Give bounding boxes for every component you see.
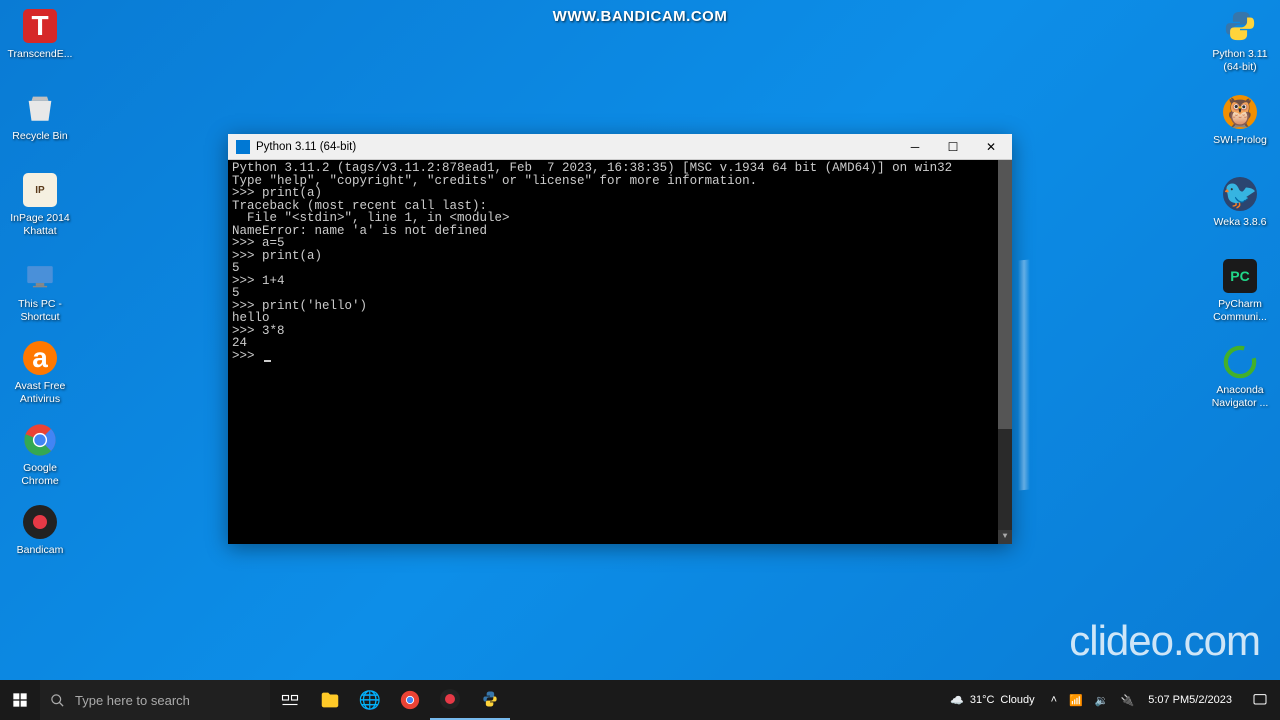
taskbar: Type here to search 🌐 ☁️ 31°C Cloudy ˄ 📶…	[0, 680, 1280, 720]
bandicam-watermark: WWW.BANDICAM.COM	[553, 8, 728, 25]
weather-temp: 31°C	[970, 694, 995, 706]
app-taskbar-1[interactable]: 🌐	[350, 680, 390, 720]
plug-icon: 🔌	[1121, 694, 1135, 707]
tray-chevron[interactable]: ˄	[1045, 680, 1063, 720]
swi-prolog-icon: 🦉	[1222, 94, 1258, 130]
transcend-icon: T	[22, 8, 58, 44]
python-icon	[480, 689, 500, 709]
tray-network[interactable]: 📶	[1063, 680, 1089, 720]
console-line: hello	[232, 312, 1008, 325]
bandicam-icon	[22, 504, 58, 540]
console-line: >>> print(a)	[232, 187, 1008, 200]
console-body[interactable]: Python 3.11.2 (tags/v3.11.2:878ead1, Feb…	[228, 160, 1012, 544]
console-line: 5	[232, 287, 1008, 300]
task-view-icon	[281, 691, 299, 709]
weather-cond: Cloudy	[1000, 694, 1034, 706]
bandicam-taskbar[interactable]	[430, 680, 470, 720]
python-icon	[1222, 8, 1258, 44]
recycle-bin-icon	[22, 90, 58, 126]
console-line: >>> print('hello')	[232, 300, 1008, 313]
date-text: 5/2/2023	[1189, 693, 1232, 707]
pycharm-icon: PC	[1222, 258, 1258, 294]
desktop-icon-weka[interactable]: 🐦 Weka 3.8.6	[1205, 176, 1275, 229]
wifi-icon: 📶	[1069, 694, 1083, 707]
python-title-icon	[236, 140, 250, 154]
console-line: File "<stdin>", line 1, in <module>	[232, 212, 1008, 225]
scroll-down-arrow[interactable]: ▼	[998, 530, 1012, 544]
console-line: >>> 3*8	[232, 325, 1008, 338]
desktop-icon-anaconda[interactable]: Anaconda Navigator ...	[1205, 344, 1275, 409]
scroll-thumb[interactable]	[998, 160, 1012, 429]
title-bar[interactable]: Python 3.11 (64-bit) ─ ☐ ✕	[228, 134, 1012, 160]
console-line: >>> print(a)	[232, 250, 1008, 263]
search-box[interactable]: Type here to search	[40, 680, 270, 720]
weka-icon: 🐦	[1222, 176, 1258, 212]
console-line: 5	[232, 262, 1008, 275]
time-text: 5:07 PM	[1148, 693, 1189, 707]
weather-widget[interactable]: ☁️ 31°C Cloudy	[940, 680, 1045, 720]
tray-volume[interactable]: 🔉	[1089, 680, 1115, 720]
anaconda-icon	[1222, 344, 1258, 380]
console-line: Type "help", "copyright", "credits" or "…	[232, 175, 1008, 188]
desktop-icon-chrome[interactable]: Google Chrome	[5, 422, 75, 487]
desktop-icon-pycharm[interactable]: PC PyCharm Communi...	[1205, 258, 1275, 323]
task-view-button[interactable]	[270, 680, 310, 720]
python-console-window[interactable]: Python 3.11 (64-bit) ─ ☐ ✕ Python 3.11.2…	[228, 134, 1012, 544]
clideo-watermark: clideo.com	[1069, 617, 1260, 665]
chrome-icon	[399, 689, 421, 711]
volume-icon: 🔉	[1095, 694, 1109, 707]
desktop-icon-swi-prolog[interactable]: 🦉 SWI-Prolog	[1205, 94, 1275, 147]
minimize-button[interactable]: ─	[896, 135, 934, 159]
chevron-up-icon: ˄	[1051, 694, 1057, 706]
wallpaper-accent	[1018, 259, 1030, 490]
python-taskbar[interactable]	[470, 680, 510, 720]
console-prompt[interactable]: >>>	[232, 350, 1008, 363]
file-explorer-taskbar[interactable]	[310, 680, 350, 720]
globe-icon: 🌐	[359, 690, 381, 711]
inpage-icon: IP	[22, 172, 58, 208]
this-pc-icon	[22, 258, 58, 294]
tray-battery[interactable]: 🔌	[1115, 680, 1141, 720]
start-button[interactable]	[0, 680, 40, 720]
folder-icon	[319, 689, 341, 711]
windows-icon	[12, 692, 28, 708]
clock[interactable]: 5:07 PM 5/2/2023	[1140, 680, 1240, 720]
record-icon	[440, 689, 460, 709]
cursor	[264, 360, 271, 362]
close-button[interactable]: ✕	[972, 135, 1010, 159]
notifications-button[interactable]	[1240, 680, 1280, 720]
console-line: Python 3.11.2 (tags/v3.11.2:878ead1, Feb…	[232, 162, 1008, 175]
console-line: >>> 1+4	[232, 275, 1008, 288]
vertical-scrollbar[interactable]: ▲ ▼	[998, 160, 1012, 544]
chrome-icon	[22, 422, 58, 458]
console-line: NameError: name 'a' is not defined	[232, 225, 1008, 238]
search-placeholder: Type here to search	[75, 693, 190, 708]
console-line: 24	[232, 337, 1008, 350]
avast-icon: a	[22, 340, 58, 376]
desktop-icon-avast[interactable]: a Avast Free Antivirus	[5, 340, 75, 405]
maximize-button[interactable]: ☐	[934, 135, 972, 159]
search-icon	[50, 693, 65, 708]
console-line: >>> a=5	[232, 237, 1008, 250]
desktop-icon-inpage[interactable]: IP InPage 2014 Khattat	[5, 172, 75, 237]
desktop-icon-recycle-bin[interactable]: Recycle Bin	[5, 90, 75, 143]
system-tray: ☁️ 31°C Cloudy ˄ 📶 🔉 🔌 5:07 PM 5/2/2023	[940, 680, 1280, 720]
desktop-icon-bandicam[interactable]: Bandicam	[5, 504, 75, 557]
chrome-taskbar[interactable]	[390, 680, 430, 720]
desktop-icon-python[interactable]: Python 3.11 (64-bit)	[1205, 8, 1275, 73]
desktop-icon-this-pc[interactable]: This PC - Shortcut	[5, 258, 75, 323]
weather-icon: ☁️	[950, 694, 964, 707]
window-title: Python 3.11 (64-bit)	[256, 141, 896, 153]
desktop-icon-transcend[interactable]: T TranscendE...	[5, 8, 75, 61]
notification-icon	[1252, 692, 1268, 708]
